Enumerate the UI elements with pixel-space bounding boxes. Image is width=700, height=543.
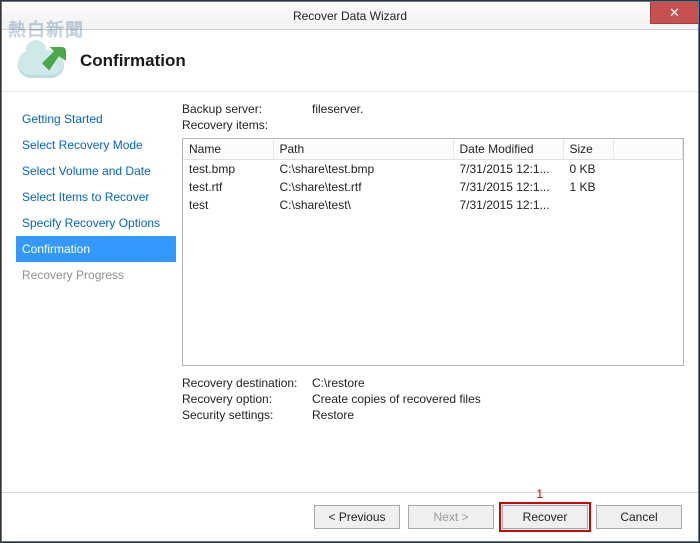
wizard-window: Recover Data Wizard ✕ Confirmation Getti…	[1, 1, 699, 542]
titlebar: Recover Data Wizard ✕	[2, 2, 698, 30]
nav-item-4[interactable]: Specify Recovery Options	[16, 210, 176, 236]
col-header-path[interactable]: Path	[273, 139, 453, 160]
nav-item-2[interactable]: Select Volume and Date	[16, 158, 176, 184]
security-value: Restore	[312, 408, 354, 422]
col-header-spacer	[613, 139, 683, 160]
close-button[interactable]: ✕	[650, 2, 698, 24]
main-panel: Backup server: fileserver. Recovery item…	[182, 102, 684, 492]
option-label: Recovery option:	[182, 392, 312, 406]
recover-button[interactable]: Recover	[502, 505, 588, 529]
wizard-header: Confirmation	[2, 30, 698, 92]
cell-date: 7/31/2015 12:1...	[453, 196, 563, 214]
annotation-number: 1	[536, 487, 543, 501]
nav-item-5[interactable]: Confirmation	[16, 236, 176, 262]
table-row[interactable]: testC:\share\test\7/31/2015 12:1...	[183, 196, 683, 214]
wizard-nav: Getting StartedSelect Recovery ModeSelec…	[16, 102, 176, 492]
wizard-footer: 1 < Previous Next > Recover Cancel	[2, 492, 698, 541]
cell-path: C:\share\test\	[273, 196, 453, 214]
nav-item-0[interactable]: Getting Started	[16, 106, 176, 132]
recovery-items-label: Recovery items:	[182, 118, 312, 132]
wizard-body: Getting StartedSelect Recovery ModeSelec…	[2, 92, 698, 492]
cell-date: 7/31/2015 12:1...	[453, 178, 563, 196]
nav-item-3[interactable]: Select Items to Recover	[16, 184, 176, 210]
col-header-name[interactable]: Name	[183, 139, 273, 160]
next-button: Next >	[408, 505, 494, 529]
col-header-size[interactable]: Size	[563, 139, 613, 160]
dest-value: C:\restore	[312, 376, 365, 390]
cell-name: test	[183, 196, 273, 214]
nav-item-1[interactable]: Select Recovery Mode	[16, 132, 176, 158]
previous-button[interactable]: < Previous	[314, 505, 400, 529]
cell-name: test.rtf	[183, 178, 273, 196]
page-heading: Confirmation	[80, 51, 186, 71]
cell-name: test.bmp	[183, 160, 273, 179]
cloud-restore-icon	[16, 41, 66, 81]
table-row[interactable]: test.rtfC:\share\test.rtf7/31/2015 12:1.…	[183, 178, 683, 196]
cell-size: 0 KB	[563, 160, 613, 179]
backup-server-label: Backup server:	[182, 102, 312, 116]
cell-size	[563, 196, 613, 214]
summary-block: Recovery destination:C:\restore Recovery…	[182, 376, 684, 424]
window-title: Recover Data Wizard	[2, 9, 698, 23]
cell-date: 7/31/2015 12:1...	[453, 160, 563, 179]
recovery-items-table: Name Path Date Modified Size test.bmpC:\…	[182, 138, 684, 366]
dest-label: Recovery destination:	[182, 376, 312, 390]
nav-item-6: Recovery Progress	[16, 262, 176, 288]
backup-server-value: fileserver.	[312, 102, 363, 116]
cell-path: C:\share\test.bmp	[273, 160, 453, 179]
table-row[interactable]: test.bmpC:\share\test.bmp7/31/2015 12:1.…	[183, 160, 683, 179]
security-label: Security settings:	[182, 408, 312, 422]
cell-path: C:\share\test.rtf	[273, 178, 453, 196]
col-header-date[interactable]: Date Modified	[453, 139, 563, 160]
cancel-button[interactable]: Cancel	[596, 505, 682, 529]
close-icon: ✕	[669, 5, 680, 21]
option-value: Create copies of recovered files	[312, 392, 481, 406]
cell-size: 1 KB	[563, 178, 613, 196]
table-header-row: Name Path Date Modified Size	[183, 139, 683, 160]
